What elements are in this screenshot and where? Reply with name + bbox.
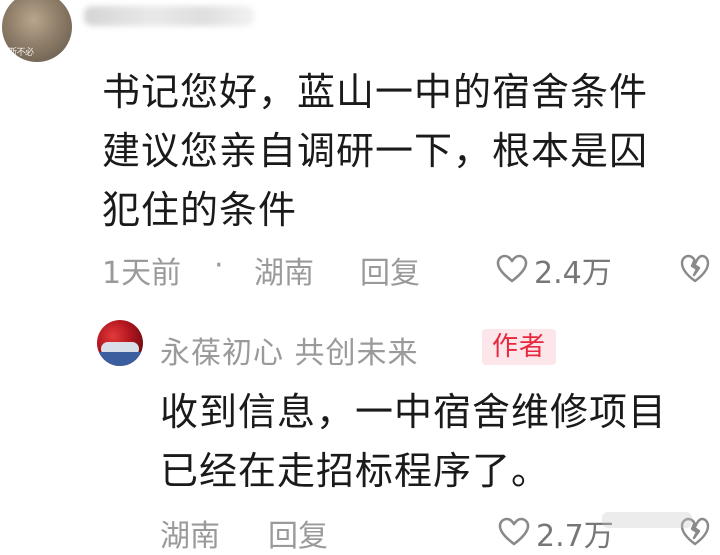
reply-reply-button[interactable]: 回复 <box>268 511 328 555</box>
comment-line-2: 建议您亲自调研一下，根本是囚 <box>102 129 649 173</box>
commenter-avatar[interactable]: 斯不必 <box>2 0 72 62</box>
comment-location: 湖南 <box>254 256 314 291</box>
reply-location: 湖南 <box>160 519 220 554</box>
reply-line-2: 已经在走招标程序了。 <box>160 449 551 493</box>
broken-heart-icon[interactable] <box>680 254 710 284</box>
comment-text: 书记您好，蓝山一中的宿舍条件 建议您亲自调研一下，根本是囚 犯住的条件 <box>102 63 702 240</box>
comment-time: 1天前 <box>102 256 182 291</box>
avatar-caption: 斯不必 <box>8 48 34 58</box>
comment-line-3: 犯住的条件 <box>102 188 298 232</box>
reply-text: 收到信息，一中宿舍维修项目 已经在走招标程序了。 <box>160 383 700 501</box>
like-count: 2.4万 <box>534 256 612 291</box>
reply-line-1: 收到信息，一中宿舍维修项目 <box>160 390 668 434</box>
watermark <box>602 512 692 528</box>
comment-line-1: 书记您好，蓝山一中的宿舍条件 <box>102 70 649 114</box>
reply-author-name[interactable]: 永葆初心 共创未来 <box>160 328 419 372</box>
author-badge: 作者 <box>482 329 557 365</box>
meta-separator: · <box>214 248 224 283</box>
avatar-water-shape <box>97 352 143 366</box>
heart-outline-icon[interactable] <box>496 254 528 284</box>
reply-author-avatar[interactable] <box>97 320 143 366</box>
comment-meta-row: 1天前 · 湖南 回复 2.4万 <box>102 248 712 292</box>
heart-outline-icon[interactable] <box>498 517 530 547</box>
commenter-username-blurred <box>84 6 254 26</box>
reply-button[interactable]: 回复 <box>360 248 420 292</box>
